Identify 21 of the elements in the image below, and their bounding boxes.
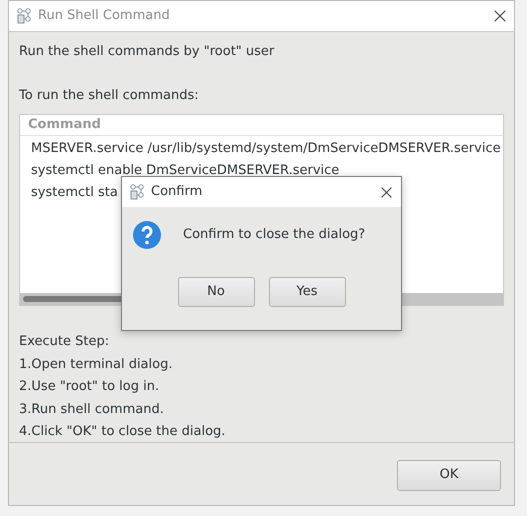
- step-text: 1.Open terminal dialog.: [19, 356, 174, 374]
- steps-title: Execute Step:: [19, 333, 110, 351]
- intro-text: Run the shell commands by "root" user: [19, 43, 276, 61]
- section-label: To run the shell commands:: [19, 86, 200, 104]
- window-title: Run Shell Command: [38, 7, 170, 26]
- confirm-title: Confirm: [151, 183, 202, 202]
- step-text: 4.Click "OK" to close the dialog.: [19, 423, 226, 441]
- app-icon: [129, 184, 145, 200]
- dialog-button[interactable]: No: [178, 277, 254, 307]
- question-icon: [133, 221, 161, 249]
- close-icon[interactable]: [380, 186, 393, 198]
- step-text: 2.Use "root" to log in.: [19, 378, 160, 396]
- table-cell-text: MSERVER.service /usr/lib/systemd/system/DmServiceDMSERVER.service: [31, 140, 501, 158]
- app-icon: [16, 8, 32, 24]
- ok-button[interactable]: OK: [397, 460, 501, 490]
- table-cell-text: systemctl enable DmServiceDMSERVER.service: [31, 162, 340, 180]
- confirm-message: Confirm to close the dialog?: [183, 226, 366, 244]
- step-text: 3.Run shell command.: [19, 400, 165, 418]
- table-cell-text: systemctl sta: [31, 184, 118, 202]
- dialog-button[interactable]: Yes: [268, 277, 346, 307]
- close-icon[interactable]: [493, 9, 507, 23]
